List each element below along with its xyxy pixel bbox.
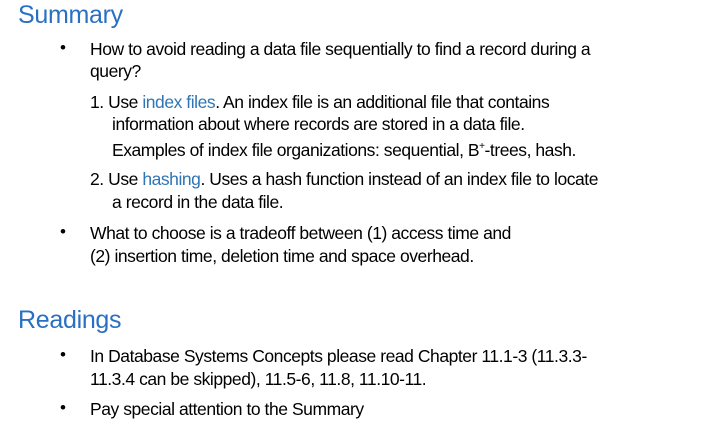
item2-line1: 2. Use hashing. Uses a hash function ins…	[90, 168, 598, 190]
item2-line2: a record in the data file.	[112, 192, 284, 212]
hashing-link[interactable]: hashing	[142, 169, 201, 189]
bullet-icon: •	[60, 222, 66, 241]
item1-number: 1.	[90, 92, 104, 112]
bullet-icon: •	[60, 398, 66, 417]
item2-post: . Uses a hash function instead of an ind…	[200, 169, 598, 189]
bullet-icon: •	[60, 345, 66, 364]
summary-bullet2-line2: (2) insertion time, deletion time and sp…	[90, 246, 474, 266]
item1-line2: information about where records are stor…	[112, 114, 525, 134]
summary-heading: Summary	[18, 1, 123, 29]
item2-number: 2.	[90, 169, 104, 189]
bullet-icon: •	[60, 38, 66, 57]
index-files-link[interactable]: index files	[142, 92, 215, 112]
item1-line3: Examples of index file organizations: se…	[112, 136, 576, 161]
item1-line3-pre: Examples of index file organizations: se…	[112, 139, 480, 160]
readings-bullet2-line1: Pay special attention to the Summary	[90, 399, 364, 419]
readings-bullet1-line1: In Database Systems Concepts please read…	[90, 346, 587, 366]
summary-bullet1-line1: How to avoid reading a data file sequent…	[90, 39, 591, 59]
readings-bullet1-line2: 11.3.4 can be skipped), 11.5-6, 11.8, 11…	[90, 369, 427, 389]
item1-line3-post: -trees, hash.	[484, 139, 577, 160]
item1-line1: 1. Use index files. An index file is an …	[90, 91, 550, 113]
summary-bullet1-line2: query?	[90, 61, 141, 81]
item1-post: . An index file is an additional file th…	[215, 92, 550, 112]
summary-bullet2-line1: What to choose is a tradeoff between (1)…	[90, 223, 511, 243]
slide: Summary • How to avoid reading a data fi…	[0, 0, 723, 431]
item2-pre: Use	[108, 169, 143, 189]
item1-pre: Use	[108, 92, 143, 112]
readings-heading: Readings	[18, 306, 122, 334]
